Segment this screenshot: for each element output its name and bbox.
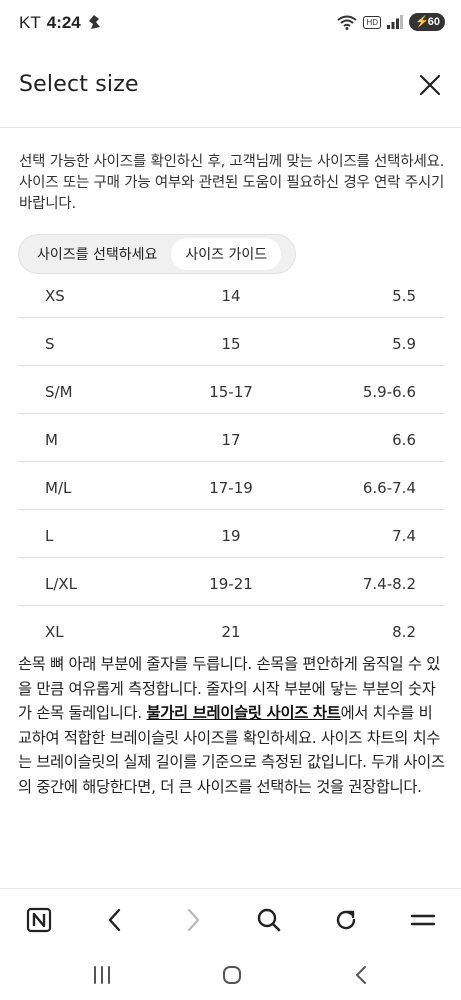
home-button[interactable]: [24, 905, 54, 935]
size-cell: S: [45, 335, 55, 353]
battery-indicator: ⚡ 60: [409, 13, 445, 31]
table-row: M/L 17-19 6.6-7.4: [18, 462, 444, 510]
carrier-label: KT: [19, 13, 41, 32]
refresh-icon: [336, 910, 356, 930]
inch-cell: 6.6-7.4: [362, 479, 416, 497]
table-row: L/XL 19-21 7.4-8.2: [18, 558, 444, 606]
inch-cell: 7.4-8.2: [362, 575, 416, 593]
table-row: M 17 6.6: [18, 414, 444, 462]
hd-voice-badge: HD: [363, 15, 381, 29]
size-number-cell: 17-19: [209, 479, 253, 497]
back-button[interactable]: [100, 905, 130, 935]
size-cell: M: [45, 431, 58, 449]
system-navigation-bar: [0, 950, 461, 1000]
table-row: S 15 5.9: [18, 318, 444, 366]
size-table[interactable]: XS 14 5.5 S 15 5.9 S/M 15-17 5.9-6.6 M 1…: [18, 274, 444, 646]
size-number-cell: 15-17: [209, 383, 253, 401]
table-row: L 19 7.4: [18, 510, 444, 558]
signal-icon: [387, 15, 403, 29]
size-tabs: 사이즈를 선택하세요 사이즈 가이드: [18, 234, 296, 274]
status-right: HD ⚡ 60: [337, 13, 445, 31]
size-cell: XS: [45, 287, 65, 305]
back-arrow-icon: [356, 966, 366, 984]
forward-button[interactable]: [178, 905, 208, 935]
size-number-cell: 17: [221, 431, 241, 449]
size-cell: M/L: [45, 479, 72, 497]
size-cell: XL: [45, 623, 64, 641]
status-bar: KT 4:24 HD ⚡ 60: [0, 0, 461, 48]
size-number-cell: 19: [221, 527, 241, 545]
page-title: Select size: [19, 72, 139, 97]
size-number-cell: 21: [221, 623, 241, 641]
back-nav-button[interactable]: [350, 964, 374, 986]
size-cell: S/M: [45, 383, 73, 401]
recent-apps-button[interactable]: [90, 964, 114, 986]
size-guide-instructions: 손목 뼈 아래 부분에 줄자를 두릅니다. 손목을 편안하게 움직일 수 있을 …: [18, 652, 446, 800]
size-cell: L: [45, 527, 54, 545]
browser-toolbar: [0, 888, 461, 950]
inch-cell: 5.5: [392, 287, 416, 305]
chevron-right-icon: [187, 908, 200, 932]
status-left: KT 4:24: [19, 13, 101, 33]
table-row: S/M 15-17 5.9-6.6: [18, 366, 444, 414]
intro-text: 선택 가능한 사이즈를 확인하신 후, 고객님께 맞는 사이즈를 선택하세요. …: [19, 154, 445, 212]
tab-select-size[interactable]: 사이즈를 선택하세요: [23, 238, 171, 270]
inch-cell: 5.9: [392, 335, 416, 353]
hamburger-menu-icon: [410, 914, 436, 926]
dialog-header: Select size: [0, 48, 461, 128]
close-button[interactable]: [417, 72, 443, 98]
close-icon: [419, 74, 441, 96]
size-cell: L/XL: [45, 575, 78, 593]
recent-apps-icon: [94, 966, 110, 984]
wifi-icon: [337, 15, 358, 30]
chevron-left-icon: [108, 908, 121, 932]
inch-cell: 7.4: [392, 527, 416, 545]
charging-icon: ⚡: [415, 16, 429, 28]
inch-cell: 6.6: [392, 431, 416, 449]
home-nav-button[interactable]: [220, 964, 244, 986]
search-icon: [257, 908, 281, 932]
battery-level: 60: [427, 16, 440, 28]
size-number-cell: 15: [221, 335, 241, 353]
refresh-button[interactable]: [331, 905, 361, 935]
tab-size-guide[interactable]: 사이즈 가이드: [171, 238, 282, 270]
notification-app-icon: [88, 15, 100, 29]
inch-cell: 8.2: [392, 623, 416, 641]
size-chart-link[interactable]: 불가리 브레이슬릿 사이즈 차트: [146, 704, 340, 722]
search-button[interactable]: [254, 905, 284, 935]
clock: 4:24: [46, 13, 81, 32]
table-row: XL 21 8.2: [18, 606, 444, 646]
inch-cell: 5.9-6.6: [362, 383, 416, 401]
size-number-cell: 19-21: [209, 575, 253, 593]
size-number-cell: 14: [221, 287, 241, 305]
home-circle-icon: [223, 966, 241, 984]
size-table-rows: XS 14 5.5 S 15 5.9 S/M 15-17 5.9-6.6 M 1…: [18, 274, 444, 646]
naver-n-icon: [26, 907, 52, 933]
menu-button[interactable]: [408, 905, 438, 935]
table-row: XS 14 5.5: [18, 274, 444, 318]
